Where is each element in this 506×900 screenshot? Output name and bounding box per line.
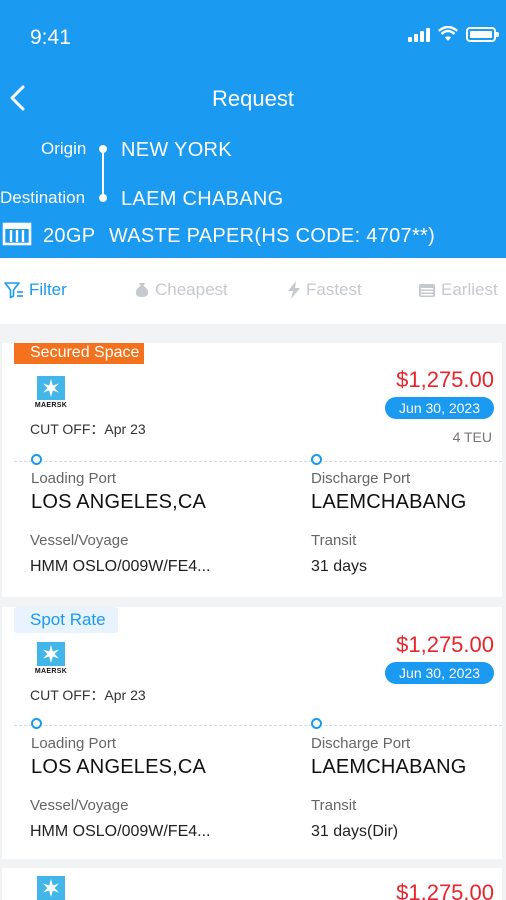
discharge-port-label: Discharge Port	[311, 470, 411, 487]
spot-rate-tag: Spot Rate	[14, 607, 118, 633]
wifi-icon	[438, 26, 458, 41]
sort-earliest[interactable]: Earliest	[418, 280, 498, 300]
status-time: 9:41	[30, 26, 71, 49]
price: $1,275.00	[396, 367, 494, 392]
transit-time: 31 days	[311, 558, 368, 575]
container-icon	[2, 222, 32, 246]
cargo-summary: 20GP WASTE PAPER(HS CODE: 4707**)	[43, 225, 435, 248]
earliest-label: Earliest	[441, 280, 498, 299]
sort-filter-bar: Filter Cheapest Fastest Earliest	[0, 258, 506, 324]
maersk-star-icon	[43, 379, 59, 397]
filter-label: Filter	[29, 280, 67, 299]
origin-value: NEW YORK	[121, 139, 232, 161]
filter-icon	[4, 282, 23, 299]
carrier-logo	[28, 876, 74, 900]
cutoff-date: CUT OFF：Apr 23	[30, 687, 146, 703]
origin-label: Origin	[41, 139, 87, 158]
destination-dot	[99, 194, 107, 202]
transit-time: 31 days(Dir)	[311, 823, 399, 840]
rate-card[interactable]: $1,275.00	[2, 868, 502, 900]
route-line	[102, 152, 104, 196]
battery-icon	[466, 26, 499, 42]
divider	[14, 461, 502, 462]
container-type: 20GP	[43, 225, 95, 247]
sort-fastest[interactable]: Fastest	[287, 280, 362, 300]
loading-port-marker	[31, 454, 42, 465]
cargo-description: WASTE PAPER(HS CODE: 4707**)	[108, 225, 436, 247]
price: $1,275.00	[396, 632, 494, 657]
vessel-label: Vessel/Voyage	[30, 532, 129, 549]
lightning-icon	[288, 281, 300, 299]
discharge-port: LAEMCHABANG	[311, 491, 467, 513]
vessel-voyage: HMM OSLO/009W/FE4...	[30, 558, 211, 575]
destination-label: Destination	[0, 188, 86, 207]
page-title: Request	[212, 86, 294, 111]
discharge-port: LAEMCHABANG	[311, 756, 467, 778]
loading-port-marker	[31, 718, 42, 729]
cheapest-icon	[135, 283, 149, 297]
carrier-logo: MAERSK	[28, 642, 74, 675]
discharge-port-label: Discharge Port	[311, 735, 411, 752]
transit-label: Transit	[311, 532, 357, 549]
fastest-label: Fastest	[306, 280, 362, 299]
date-badge: Jun 30, 2023	[385, 662, 494, 684]
calendar-icon	[419, 284, 435, 297]
carrier-logo: MAERSK	[28, 376, 74, 409]
loading-port-label: Loading Port	[31, 735, 117, 752]
cheapest-label: Cheapest	[155, 280, 228, 299]
divider	[14, 725, 502, 726]
rate-card[interactable]: Spot Rate MAERSK CUT OFF：Apr 23 $1,275.0…	[2, 607, 502, 859]
carrier-name: MAERSK	[34, 668, 68, 675]
sort-cheapest[interactable]: Cheapest	[134, 280, 228, 300]
discharge-port-marker	[311, 454, 322, 465]
destination-value: LAEM CHABANG	[121, 188, 284, 210]
loading-port-label: Loading Port	[31, 470, 117, 487]
rate-card[interactable]: Secured Space MAERSK CUT OFF：Apr 23 $1,2…	[2, 343, 502, 597]
vessel-label: Vessel/Voyage	[30, 797, 129, 814]
loading-port: LOS ANGELES,CA	[31, 491, 207, 513]
secured-space-tag: Secured Space	[14, 343, 145, 364]
maersk-star-icon	[43, 645, 59, 663]
date-badge: Jun 30, 2023	[385, 397, 494, 419]
vessel-voyage: HMM OSLO/009W/FE4...	[30, 823, 211, 840]
status-icons	[408, 26, 499, 42]
teu-count: 4 TEU	[452, 429, 492, 445]
header: 9:41 Request Origin NEW YORK Destination…	[0, 0, 506, 258]
discharge-port-marker	[311, 718, 322, 729]
loading-port: LOS ANGELES,CA	[31, 756, 207, 778]
price: $1,275.00	[396, 880, 494, 900]
transit-label: Transit	[311, 797, 357, 814]
signal-icon	[408, 26, 430, 42]
cutoff-date: CUT OFF：Apr 23	[30, 421, 146, 437]
maersk-star-icon	[43, 879, 59, 897]
carrier-name: MAERSK	[34, 402, 68, 409]
filter-button[interactable]: Filter	[4, 280, 67, 300]
